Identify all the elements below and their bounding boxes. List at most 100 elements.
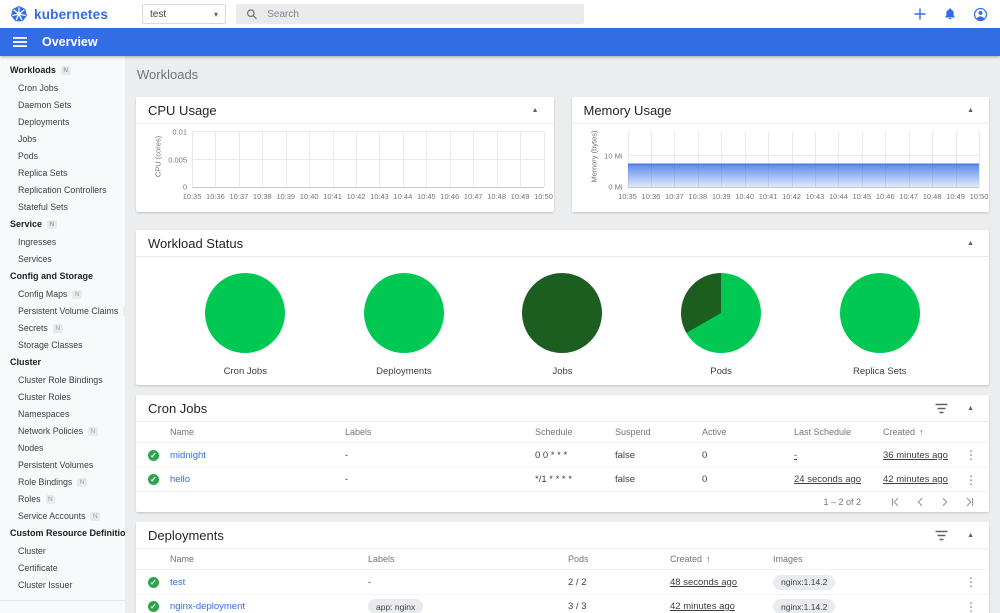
sidebar-item-pods[interactable]: Pods xyxy=(0,147,125,164)
column-header-labels[interactable]: Labels xyxy=(368,554,568,564)
search-input[interactable] xyxy=(267,8,575,20)
sidebar-item-cluster-role-bindings[interactable]: Cluster Role Bindings xyxy=(0,371,125,388)
cpu-usage-card: CPU Usage ▲ CPU (cores) 0 0.005 0.01 10:35… xyxy=(136,97,554,212)
sidebar-section-cluster[interactable]: Cluster xyxy=(0,353,125,371)
pods-pie-chart xyxy=(681,273,762,353)
sidebar-item-role-bindings[interactable]: Role Bindings N xyxy=(0,473,125,490)
account-button[interactable] xyxy=(971,5,990,24)
sidebar-item-roles[interactable]: Roles N xyxy=(0,490,125,507)
sidebar-item-secrets[interactable]: Secrets N xyxy=(0,319,125,336)
sidebar-section-custom-resource-definitions-label: Custom Resource Definitions xyxy=(10,528,125,538)
x-axis-tick-label: 10:50 xyxy=(534,192,553,201)
menu-button[interactable] xyxy=(11,34,29,50)
x-axis-tick-label: 10:47 xyxy=(463,192,483,201)
kubernetes-logo[interactable]: kubernetes xyxy=(10,5,108,23)
sidebar-item-namespaces[interactable]: Namespaces xyxy=(0,405,125,422)
sidebar-item-persistent-volume-claims[interactable]: Persistent Volume ClaimsN xyxy=(0,302,125,319)
sidebar-section-workloads[interactable]: Workloads N xyxy=(0,61,125,79)
sidebar-section-config-and-storage[interactable]: Config and Storage xyxy=(0,267,125,285)
sidebar-item-services[interactable]: Services xyxy=(0,250,125,267)
first-page-button[interactable] xyxy=(889,496,901,508)
collapse-cron-jobs-button[interactable]: ▲ xyxy=(964,403,977,414)
collapse-cpu-card-button[interactable]: ▲ xyxy=(529,105,542,116)
test-link[interactable]: test xyxy=(170,577,185,588)
sidebar-item-nodes[interactable]: Nodes xyxy=(0,439,125,456)
sidebar-item-cluster[interactable]: Cluster xyxy=(0,542,125,559)
x-axis-tick-label: 10:48 xyxy=(922,192,942,201)
column-header-created[interactable]: Created ↑ xyxy=(670,554,773,564)
jobs-pie-chart xyxy=(522,273,603,353)
filter-button[interactable] xyxy=(932,401,951,416)
sidebar-item-network-policies[interactable]: Network Policies N xyxy=(0,422,125,439)
namespace-selector[interactable]: test ▾ xyxy=(142,4,227,24)
sort-ascending-icon[interactable]: ↑ xyxy=(919,427,924,437)
midnight-link[interactable]: midnight xyxy=(170,450,206,461)
sort-ascending-icon[interactable]: ↑ xyxy=(706,554,711,564)
kebab-menu-icon[interactable]: ⋮ xyxy=(959,473,977,487)
column-header-pods[interactable]: Pods xyxy=(568,554,670,564)
hello-link[interactable]: hello xyxy=(170,474,190,485)
sidebar-item-persistent-volumes[interactable]: Persistent Volumes xyxy=(0,456,125,473)
sidebar-item-service-accounts[interactable]: Service Accounts N xyxy=(0,507,125,524)
column-header-created[interactable]: Created ↑ xyxy=(883,427,959,437)
hamburger-icon xyxy=(13,37,27,47)
sidebar-section-settings[interactable]: Settings xyxy=(0,608,125,613)
column-header-name[interactable]: Name xyxy=(170,554,368,564)
first-page-icon xyxy=(891,497,899,507)
sidebar-item-cluster-roles[interactable]: Cluster Roles xyxy=(0,388,125,405)
kebab-menu-icon[interactable]: ⋮ xyxy=(959,600,977,613)
sidebar-item-config-maps[interactable]: Config Maps N xyxy=(0,285,125,302)
chart-gridline xyxy=(309,132,311,187)
sidebar-item-cluster-issuer[interactable]: Cluster Issuer xyxy=(0,576,125,593)
relative-time: 48 seconds ago xyxy=(670,576,738,588)
filter-button[interactable] xyxy=(932,528,951,543)
sidebar-item-certificate[interactable]: Certificate xyxy=(0,559,125,576)
sidebar-item-deployments[interactable]: Deployments xyxy=(0,113,125,130)
sidebar-item-secrets-label: Secrets xyxy=(18,322,48,333)
last-page-button[interactable] xyxy=(964,496,976,508)
pagination-range: 1 – 2 of 2 xyxy=(823,497,861,507)
memory-usage-card-header: Memory Usage ▲ xyxy=(571,97,989,124)
cell-created: 42 minutes ago xyxy=(670,601,773,612)
collapse-workload-status-button[interactable]: ▲ xyxy=(964,238,977,249)
sidebar-item-replication-controllers[interactable]: Replication Controllers xyxy=(0,181,125,198)
chart-gridline xyxy=(262,132,264,187)
sidebar-item-cluster-label: Cluster xyxy=(18,545,46,556)
column-header-suspend[interactable]: Suspend xyxy=(615,427,702,437)
sidebar-item-stateful-sets[interactable]: Stateful Sets xyxy=(0,198,125,215)
collapse-deployments-button[interactable]: ▲ xyxy=(964,530,977,541)
kebab-menu-icon[interactable]: ⋮ xyxy=(959,575,977,589)
create-resource-button[interactable] xyxy=(911,5,929,23)
column-header-labels[interactable]: Labels xyxy=(345,427,535,437)
y-axis-tick-label: 10 Mi xyxy=(604,151,623,161)
sidebar-section-service-label: Service xyxy=(10,219,43,229)
column-header-active[interactable]: Active xyxy=(702,427,794,437)
next-page-button[interactable] xyxy=(939,496,951,508)
previous-page-button[interactable] xyxy=(914,496,926,508)
column-header-schedule[interactable]: Schedule xyxy=(535,427,615,437)
sidebar-section-custom-resource-definitions[interactable]: Custom Resource Definitions xyxy=(0,524,125,542)
cell-active: 0 xyxy=(702,449,708,461)
column-header-name[interactable]: Name xyxy=(170,427,345,437)
namespaced-badge: N xyxy=(88,426,98,436)
namespaced-badge: N xyxy=(60,66,71,75)
sidebar-item-daemon-sets[interactable]: Daemon Sets xyxy=(0,96,125,113)
notifications-button[interactable] xyxy=(941,5,959,23)
sidebar-item-replica-sets[interactable]: Replica Sets xyxy=(0,164,125,181)
sidebar-item-cron-jobs[interactable]: Cron Jobs xyxy=(0,79,125,96)
kebab-menu-icon[interactable]: ⋮ xyxy=(959,448,977,462)
nginx-deployment-link[interactable]: nginx-deployment xyxy=(170,601,245,612)
collapse-memory-card-button[interactable]: ▲ xyxy=(964,105,977,116)
sidebar-item-jobs[interactable]: Jobs xyxy=(0,130,125,147)
sidebar-section-service[interactable]: Service N xyxy=(0,215,125,233)
x-axis-tick-label: 10:40 xyxy=(299,192,319,201)
sidebar-item-storage-classes[interactable]: Storage Classes xyxy=(0,336,125,353)
sidebar-section-workloads-label: Workloads xyxy=(10,65,56,75)
last-page-icon xyxy=(966,497,974,507)
cron-jobs-pagination: 1 – 2 of 2 xyxy=(136,491,989,512)
status-ok-icon: ✓ xyxy=(148,576,159,588)
sidebar-item-ingresses[interactable]: Ingresses xyxy=(0,233,125,250)
cell-last_schedule: 24 seconds ago xyxy=(794,474,883,485)
column-header-last-schedule[interactable]: Last Schedule xyxy=(794,427,883,437)
column-header-images[interactable]: Images xyxy=(773,554,959,564)
